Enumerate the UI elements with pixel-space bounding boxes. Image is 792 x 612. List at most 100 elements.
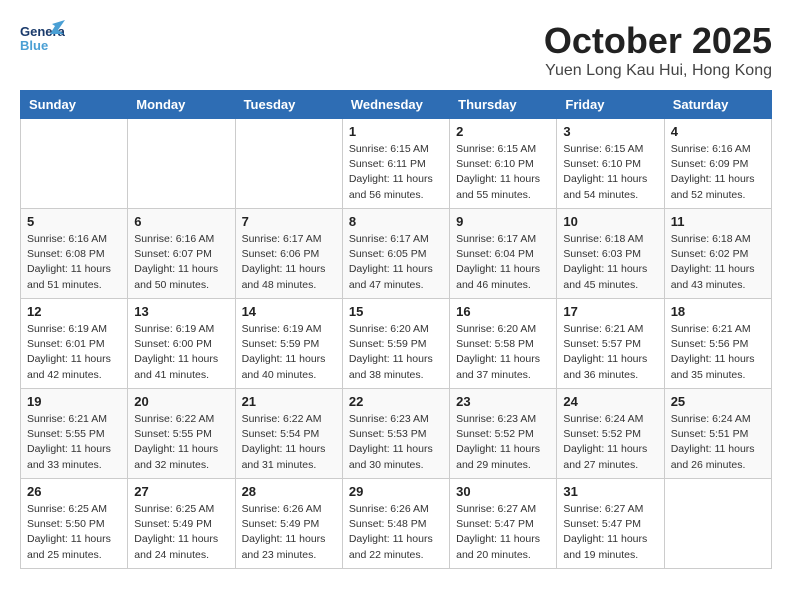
calendar-cell	[21, 119, 128, 209]
title-area: October 2025 Yuen Long Kau Hui, Hong Kon…	[544, 20, 772, 80]
calendar-cell: 22 Sunrise: 6:23 AM Sunset: 5:53 PM Dayli…	[342, 389, 449, 479]
day-number: 21	[242, 394, 336, 409]
day-info: Sunrise: 6:17 AM Sunset: 6:04 PM Dayligh…	[456, 232, 550, 293]
day-info: Sunrise: 6:25 AM Sunset: 5:50 PM Dayligh…	[27, 502, 121, 563]
day-info: Sunrise: 6:27 AM Sunset: 5:47 PM Dayligh…	[563, 502, 657, 563]
day-number: 17	[563, 304, 657, 319]
col-header-wednesday: Wednesday	[342, 91, 449, 119]
day-info: Sunrise: 6:15 AM Sunset: 6:11 PM Dayligh…	[349, 142, 443, 203]
calendar-cell: 12 Sunrise: 6:19 AM Sunset: 6:01 PM Dayli…	[21, 299, 128, 389]
day-info: Sunrise: 6:20 AM Sunset: 5:59 PM Dayligh…	[349, 322, 443, 383]
logo-icon: General Blue	[20, 20, 65, 63]
col-header-saturday: Saturday	[664, 91, 771, 119]
day-info: Sunrise: 6:26 AM Sunset: 5:48 PM Dayligh…	[349, 502, 443, 563]
calendar-cell: 31 Sunrise: 6:27 AM Sunset: 5:47 PM Dayli…	[557, 479, 664, 569]
location-subtitle: Yuen Long Kau Hui, Hong Kong	[544, 62, 772, 80]
col-header-sunday: Sunday	[21, 91, 128, 119]
calendar-cell: 1 Sunrise: 6:15 AM Sunset: 6:11 PM Daylig…	[342, 119, 449, 209]
calendar-cell: 13 Sunrise: 6:19 AM Sunset: 6:00 PM Dayli…	[128, 299, 235, 389]
day-number: 29	[349, 484, 443, 499]
day-number: 5	[27, 214, 121, 229]
day-info: Sunrise: 6:20 AM Sunset: 5:58 PM Dayligh…	[456, 322, 550, 383]
col-header-tuesday: Tuesday	[235, 91, 342, 119]
week-row-3: 12 Sunrise: 6:19 AM Sunset: 6:01 PM Dayli…	[21, 299, 772, 389]
page-header: General Blue October 2025 Yuen Long Kau …	[20, 20, 772, 80]
calendar-cell	[128, 119, 235, 209]
day-info: Sunrise: 6:18 AM Sunset: 6:03 PM Dayligh…	[563, 232, 657, 293]
day-number: 13	[134, 304, 228, 319]
day-number: 31	[563, 484, 657, 499]
day-info: Sunrise: 6:21 AM Sunset: 5:56 PM Dayligh…	[671, 322, 765, 383]
day-info: Sunrise: 6:18 AM Sunset: 6:02 PM Dayligh…	[671, 232, 765, 293]
day-number: 12	[27, 304, 121, 319]
calendar-cell: 26 Sunrise: 6:25 AM Sunset: 5:50 PM Dayli…	[21, 479, 128, 569]
day-number: 24	[563, 394, 657, 409]
day-info: Sunrise: 6:16 AM Sunset: 6:08 PM Dayligh…	[27, 232, 121, 293]
month-title: October 2025	[544, 20, 772, 62]
calendar-cell: 24 Sunrise: 6:24 AM Sunset: 5:52 PM Dayli…	[557, 389, 664, 479]
calendar-cell: 17Sunrise: 6:21 AM Sunset: 5:57 PM Dayli…	[557, 299, 664, 389]
day-number: 15	[349, 304, 443, 319]
day-info: Sunrise: 6:26 AM Sunset: 5:49 PM Dayligh…	[242, 502, 336, 563]
week-row-1: 1 Sunrise: 6:15 AM Sunset: 6:11 PM Daylig…	[21, 119, 772, 209]
calendar-cell	[235, 119, 342, 209]
day-info: Sunrise: 6:24 AM Sunset: 5:52 PM Dayligh…	[563, 412, 657, 473]
day-number: 1	[349, 124, 443, 139]
day-number: 6	[134, 214, 228, 229]
day-number: 18	[671, 304, 765, 319]
calendar-cell: 19 Sunrise: 6:21 AM Sunset: 5:55 PM Dayli…	[21, 389, 128, 479]
day-info: Sunrise: 6:23 AM Sunset: 5:53 PM Dayligh…	[349, 412, 443, 473]
day-info: Sunrise: 6:24 AM Sunset: 5:51 PM Dayligh…	[671, 412, 765, 473]
day-info: Sunrise: 6:19 AM Sunset: 6:01 PM Dayligh…	[27, 322, 121, 383]
day-number: 4	[671, 124, 765, 139]
day-number: 25	[671, 394, 765, 409]
svg-text:Blue: Blue	[20, 38, 48, 53]
calendar-cell: 28Sunrise: 6:26 AM Sunset: 5:49 PM Dayli…	[235, 479, 342, 569]
day-info: Sunrise: 6:22 AM Sunset: 5:55 PM Dayligh…	[134, 412, 228, 473]
day-number: 8	[349, 214, 443, 229]
calendar-cell: 5 Sunrise: 6:16 AM Sunset: 6:08 PM Daylig…	[21, 209, 128, 299]
day-info: Sunrise: 6:22 AM Sunset: 5:54 PM Dayligh…	[242, 412, 336, 473]
col-header-friday: Friday	[557, 91, 664, 119]
day-info: Sunrise: 6:27 AM Sunset: 5:47 PM Dayligh…	[456, 502, 550, 563]
calendar-cell: 6 Sunrise: 6:16 AM Sunset: 6:07 PM Daylig…	[128, 209, 235, 299]
day-number: 16	[456, 304, 550, 319]
day-number: 14	[242, 304, 336, 319]
calendar-cell: 20Sunrise: 6:22 AM Sunset: 5:55 PM Dayli…	[128, 389, 235, 479]
day-info: Sunrise: 6:16 AM Sunset: 6:07 PM Dayligh…	[134, 232, 228, 293]
day-info: Sunrise: 6:21 AM Sunset: 5:55 PM Dayligh…	[27, 412, 121, 473]
day-info: Sunrise: 6:23 AM Sunset: 5:52 PM Dayligh…	[456, 412, 550, 473]
day-number: 3	[563, 124, 657, 139]
calendar-cell: 2 Sunrise: 6:15 AM Sunset: 6:10 PM Daylig…	[450, 119, 557, 209]
logo: General Blue	[20, 20, 65, 63]
day-number: 30	[456, 484, 550, 499]
calendar-cell	[664, 479, 771, 569]
day-info: Sunrise: 6:19 AM Sunset: 6:00 PM Dayligh…	[134, 322, 228, 383]
day-number: 10	[563, 214, 657, 229]
calendar-cell: 23 Sunrise: 6:23 AM Sunset: 5:52 PM Dayli…	[450, 389, 557, 479]
calendar-cell: 11 Sunrise: 6:18 AM Sunset: 6:02 PM Dayli…	[664, 209, 771, 299]
day-number: 22	[349, 394, 443, 409]
day-info: Sunrise: 6:15 AM Sunset: 6:10 PM Dayligh…	[563, 142, 657, 203]
day-info: Sunrise: 6:17 AM Sunset: 6:05 PM Dayligh…	[349, 232, 443, 293]
day-number: 23	[456, 394, 550, 409]
col-header-monday: Monday	[128, 91, 235, 119]
day-info: Sunrise: 6:15 AM Sunset: 6:10 PM Dayligh…	[456, 142, 550, 203]
calendar-cell: 7 Sunrise: 6:17 AM Sunset: 6:06 PM Daylig…	[235, 209, 342, 299]
day-info: Sunrise: 6:17 AM Sunset: 6:06 PM Dayligh…	[242, 232, 336, 293]
day-number: 27	[134, 484, 228, 499]
day-number: 2	[456, 124, 550, 139]
day-number: 26	[27, 484, 121, 499]
day-number: 9	[456, 214, 550, 229]
day-number: 11	[671, 214, 765, 229]
calendar-table: SundayMondayTuesdayWednesdayThursdayFrid…	[20, 90, 772, 569]
week-row-2: 5 Sunrise: 6:16 AM Sunset: 6:08 PM Daylig…	[21, 209, 772, 299]
week-row-5: 26 Sunrise: 6:25 AM Sunset: 5:50 PM Dayli…	[21, 479, 772, 569]
week-row-4: 19 Sunrise: 6:21 AM Sunset: 5:55 PM Dayli…	[21, 389, 772, 479]
calendar-cell: 25 Sunrise: 6:24 AM Sunset: 5:51 PM Dayli…	[664, 389, 771, 479]
day-info: Sunrise: 6:16 AM Sunset: 6:09 PM Dayligh…	[671, 142, 765, 203]
day-number: 19	[27, 394, 121, 409]
calendar-cell: 16 Sunrise: 6:20 AM Sunset: 5:58 PM Dayli…	[450, 299, 557, 389]
day-info: Sunrise: 6:19 AM Sunset: 5:59 PM Dayligh…	[242, 322, 336, 383]
day-number: 7	[242, 214, 336, 229]
